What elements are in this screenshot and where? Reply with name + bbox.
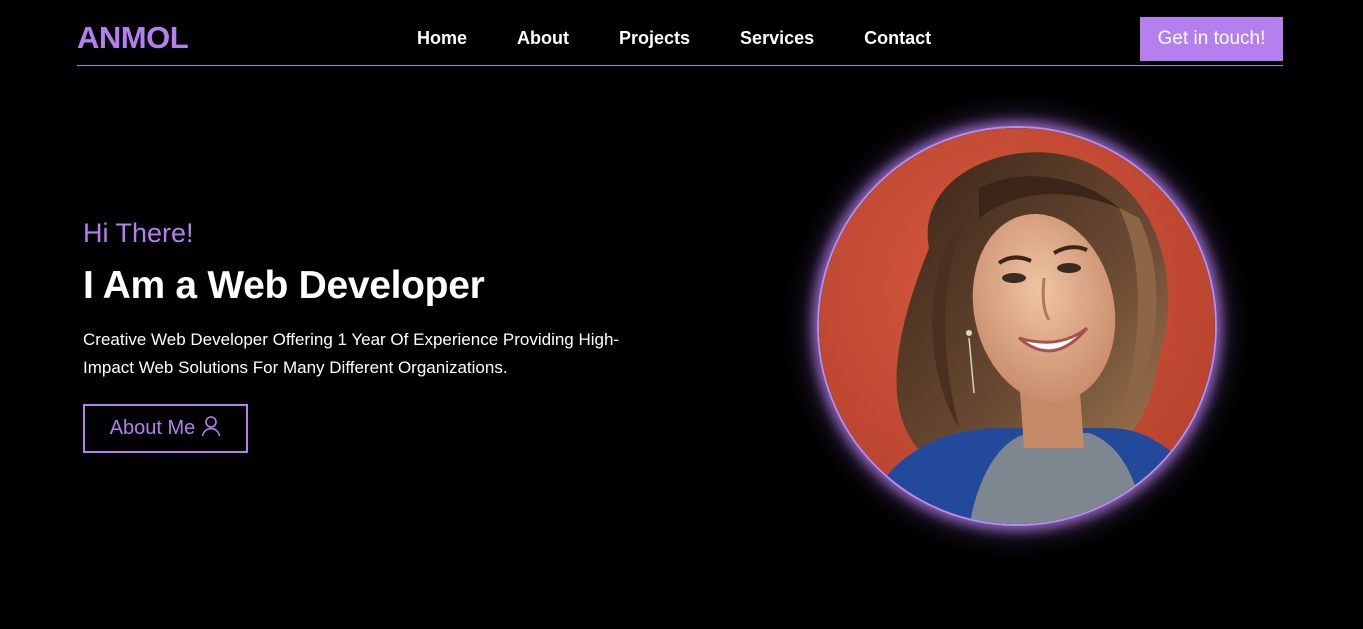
main-nav: Home About Projects Services Contact	[417, 28, 931, 49]
hero-headline: I Am a Web Developer	[83, 264, 485, 307]
get-in-touch-button[interactable]: Get in touch!	[1140, 17, 1283, 61]
profile-photo	[817, 126, 1217, 526]
user-icon	[201, 415, 221, 437]
hero-description: Creative Web Developer Offering 1 Year O…	[83, 330, 620, 377]
site-header: ANMOL Home About Projects Services Conta…	[77, 0, 1283, 66]
nav-about-link[interactable]: About	[517, 28, 569, 49]
nav-contact-link[interactable]: Contact	[864, 28, 931, 49]
nav-home-link[interactable]: Home	[417, 28, 467, 49]
about-me-button[interactable]: About Me	[83, 404, 248, 453]
about-me-button-label: About Me	[109, 417, 196, 439]
hero-section: Hi There! I Am a Web Developer Creative …	[83, 216, 683, 453]
nav-services-link[interactable]: Services	[740, 28, 814, 49]
nav-projects-link[interactable]: Projects	[619, 28, 690, 49]
hero-greeting: Hi There!	[83, 218, 194, 248]
logo[interactable]: ANMOL	[77, 20, 189, 56]
page: ANMOL Home About Projects Services Conta…	[0, 0, 1363, 629]
